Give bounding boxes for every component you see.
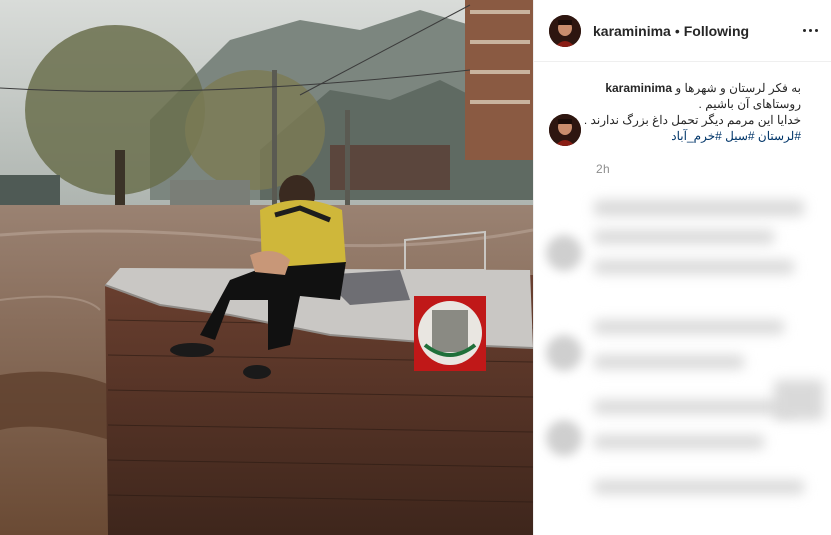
blurred-comment [594, 230, 774, 244]
blurred-comment [594, 320, 784, 334]
post-photo[interactable] [0, 0, 533, 535]
blurred-comment [594, 480, 804, 494]
post-timestamp[interactable]: 2h [596, 162, 610, 176]
following-button[interactable]: Following [684, 23, 749, 39]
avatar-image [549, 14, 581, 47]
post-side-panel: karaminima • Following به فکر لرستان و ش… [533, 0, 831, 535]
caption-line-1: به فکر لرستان و شهرها و karaminima [549, 80, 801, 96]
blurred-comment-avatar [546, 235, 582, 271]
blurred-comment [594, 435, 764, 449]
blurred-comment [594, 200, 804, 216]
username-link[interactable]: karaminima [593, 23, 671, 39]
flood-photo-illustration [0, 0, 533, 535]
caption-line-1-text: به فکر لرستان و شهرها و [675, 81, 801, 95]
caption-avatar[interactable] [549, 114, 581, 146]
caption-avatar-image [549, 114, 581, 146]
caption-line-2: روستاهای آن باشیم . [698, 97, 801, 111]
caption-text: به فکر لرستان و شهرها و karaminima روستا… [549, 80, 801, 144]
blurred-comment [594, 260, 794, 274]
blurred-comments [534, 180, 831, 535]
caption-username-link[interactable]: karaminima [605, 81, 672, 95]
separator-dot: • [674, 22, 680, 39]
blurred-comment [594, 400, 794, 414]
more-horizontal-icon[interactable] [800, 20, 820, 40]
blurred-comment [774, 380, 824, 420]
post-header: karaminima • Following [534, 0, 831, 62]
caption-hashtags[interactable]: #لرستان #سیل #خرم_آباد [549, 128, 801, 144]
blurred-comment-avatar [546, 335, 582, 371]
blurred-comment [594, 355, 744, 369]
avatar[interactable] [549, 14, 581, 47]
caption-line-3: خدایا این مرمم دیگر تحمل داغ بزرگ ندارند… [583, 113, 801, 127]
blurred-comment-avatar [546, 420, 582, 456]
